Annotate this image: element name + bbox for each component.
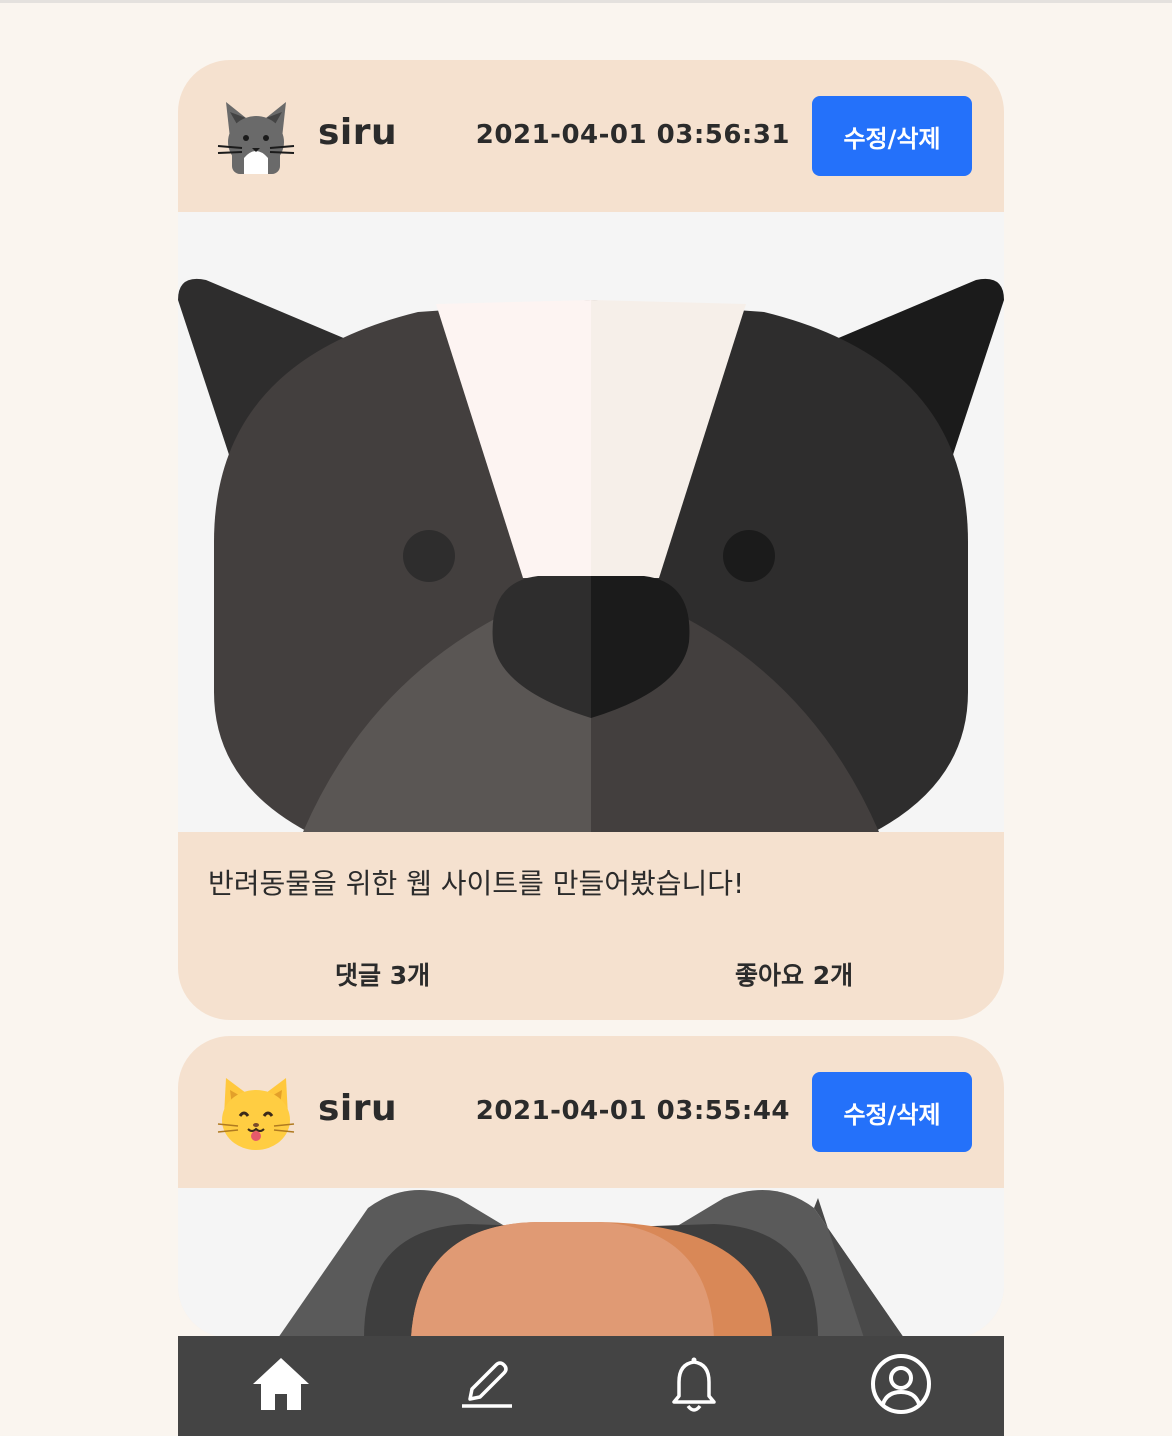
post-timestamp: 2021-04-01 03:56:31: [475, 120, 790, 150]
home-nav-button[interactable]: [231, 1336, 331, 1436]
post-card: siru 2021-04-01 03:56:31 수정/삭제 반려동물을 위한 …: [178, 60, 1004, 1020]
window-top-border: [0, 0, 1172, 3]
post-timestamp: 2021-04-01 03:55:44: [475, 1096, 790, 1126]
post-image[interactable]: [178, 1188, 1004, 1338]
post-header: siru 2021-04-01 03:56:31 수정/삭제: [178, 60, 1004, 212]
post-username[interactable]: siru: [318, 112, 397, 153]
bottom-navigation: [178, 1336, 1004, 1436]
tuxedo-cat-icon: [216, 96, 296, 176]
write-icon: [460, 1359, 516, 1413]
post-text: 반려동물을 위한 웹 사이트를 만들어봤습니다!: [208, 867, 745, 900]
bell-icon: [671, 1356, 717, 1416]
edit-delete-button[interactable]: 수정/삭제: [812, 1072, 972, 1152]
post-body: 반려동물을 위한 웹 사이트를 만들어봤습니다! 댓글 3개 좋아요 2개: [178, 832, 1004, 1020]
home-icon: [251, 1356, 311, 1416]
post-username[interactable]: siru: [318, 1088, 397, 1129]
notifications-nav-button[interactable]: [644, 1336, 744, 1436]
post-feed: siru 2021-04-01 03:56:31 수정/삭제 반려동물을 위한 …: [178, 60, 1004, 1354]
post-card: siru 2021-04-01 03:55:44 수정/삭제: [178, 1036, 1004, 1338]
profile-icon: [869, 1352, 933, 1420]
write-nav-button[interactable]: [438, 1336, 538, 1436]
post-image[interactable]: [178, 212, 1004, 832]
profile-nav-button[interactable]: [851, 1336, 951, 1436]
comments-count-link[interactable]: 댓글 3개: [335, 956, 430, 992]
likes-count-link[interactable]: 좋아요 2개: [735, 956, 853, 992]
smiling-cat-emoji-icon: [216, 1072, 296, 1152]
post-header: siru 2021-04-01 03:55:44 수정/삭제: [178, 1036, 1004, 1188]
edit-delete-button[interactable]: 수정/삭제: [812, 96, 972, 176]
